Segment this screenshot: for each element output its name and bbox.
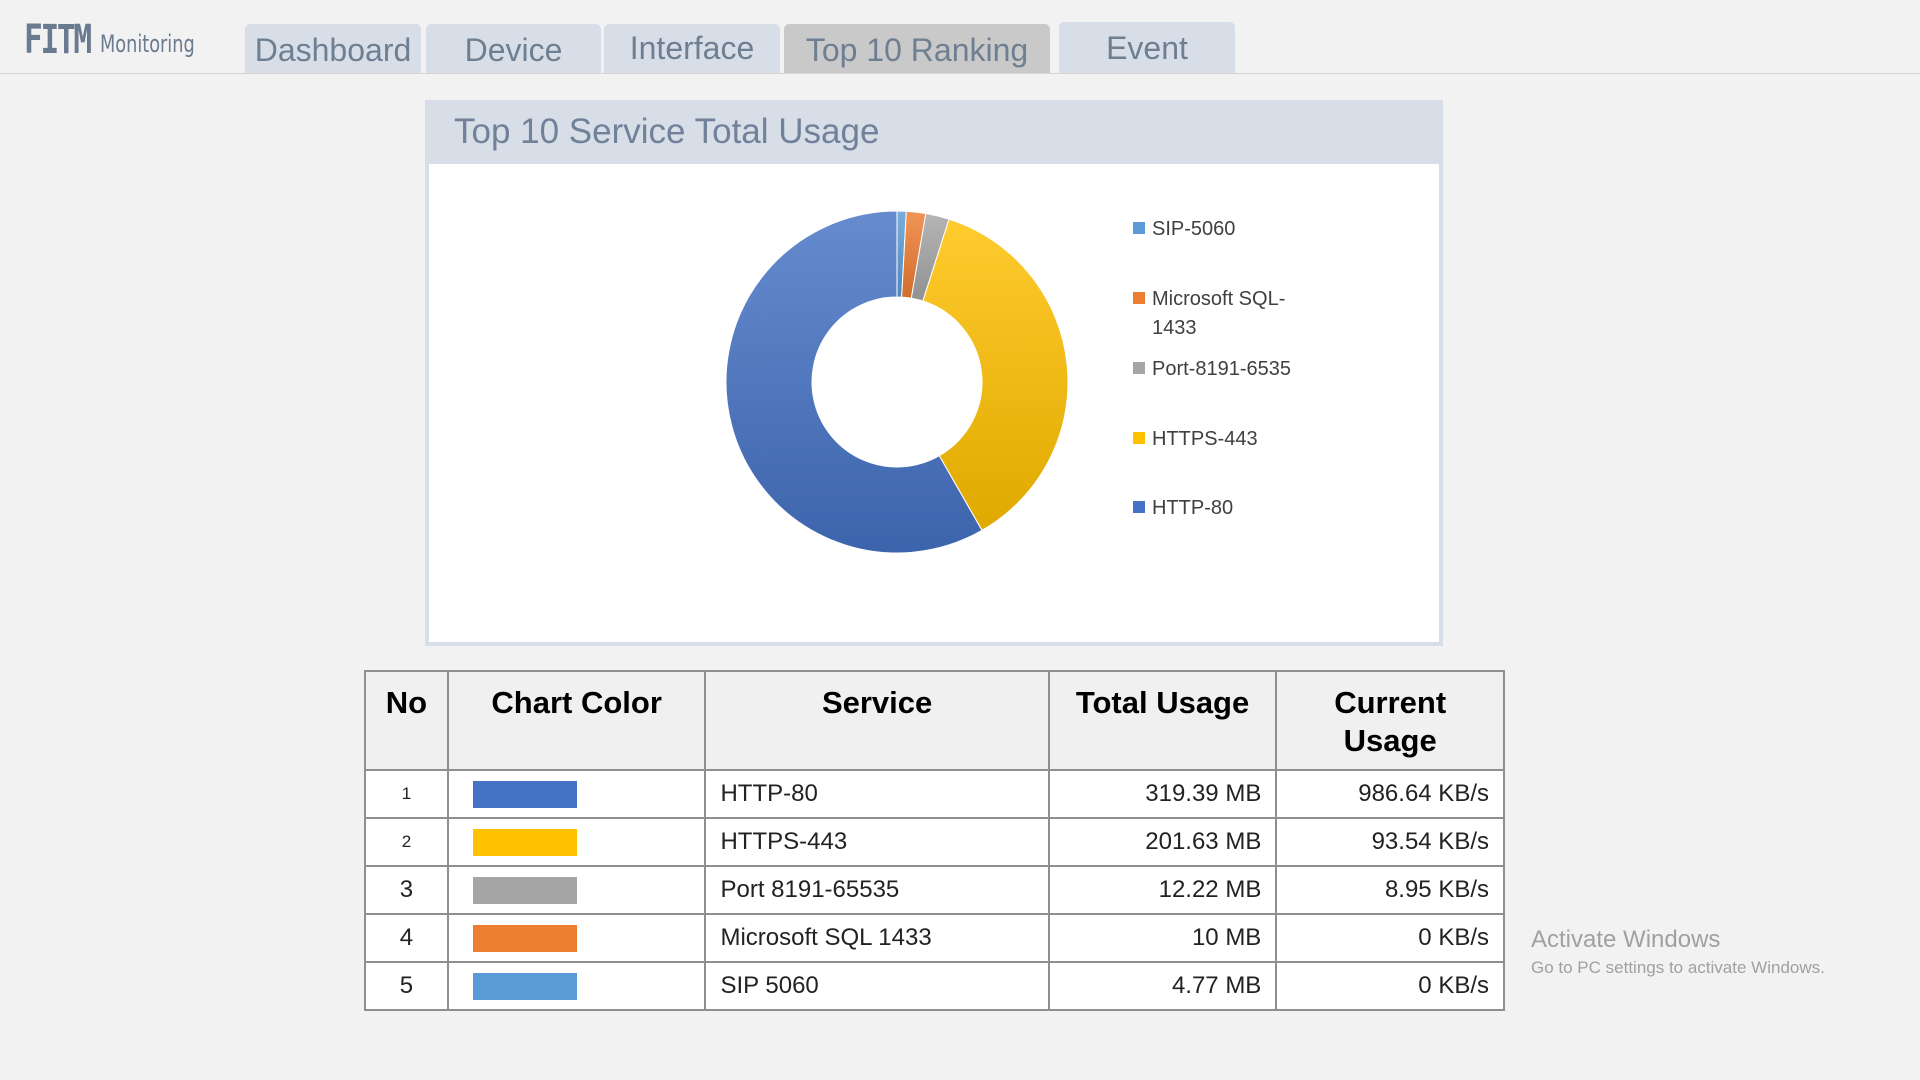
row-number: 1 [364,769,449,819]
logo-sub-text: Monitoring [100,30,195,58]
column-header-service[interactable]: Service [704,670,1050,771]
tab-device[interactable]: Device [426,24,601,73]
watermark-subtitle: Go to PC settings to activate Windows. [1531,958,1825,977]
row-total-usage: 319.39 MB [1047,769,1278,819]
chart-slices [725,210,1069,554]
monitoring-app: FITM Monitoring Dashboard Device Interfa… [0,0,1920,1080]
top-nav-bar: FITM Monitoring Dashboard Device Interfa… [0,0,1920,74]
watermark-title: Activate Windows [1531,926,1721,953]
row-chart-color [446,961,707,1011]
row-chart-color [446,913,707,963]
legend-marker-3 [1133,432,1145,444]
row-total-usage: 201.63 MB [1047,817,1278,867]
chart-body: SIP-5060 Microsoft SQL-1433 Port-8191-6535… [429,164,1439,642]
row-total-usage: 12.22 MB [1047,865,1278,915]
legend-label-2: Port-8191-6535 [1152,358,1291,380]
row-number: 4 [364,913,449,963]
legend-label-3: HTTPS-443 [1152,428,1258,450]
row-current-usage: 0 KB/s [1275,961,1505,1011]
row-total-usage: 4.77 MB [1047,961,1278,1011]
column-header-current-usage-line2: Usage [1343,723,1437,758]
column-header-current-usage[interactable]: Current Usage [1275,670,1505,771]
row-chart-color [446,817,707,867]
chart-legend: SIP-5060 Microsoft SQL-1433 Port-8191-6535… [1133,218,1291,519]
donut-chart: SIP-5060 Microsoft SQL-1433 Port-8191-6535… [725,210,1291,554]
chart-panel-title: Top 10 Service Total Usage [454,112,880,151]
table-row: 1 HTTP-80 319.39 MB 986.64 KB/s [364,769,1505,819]
column-header-no[interactable]: No [364,670,449,771]
row-number: 2 [364,817,449,867]
app-logo[interactable]: FITM Monitoring [24,14,215,62]
row-chart-color [446,769,707,819]
row-service: HTTP-80 [704,769,1050,819]
legend-marker-0 [1133,222,1145,234]
table-row: 5 SIP 5060 4.77 MB 0 KB/s [364,961,1505,1011]
tab-device-label: Device [464,32,563,68]
row-number: 3 [364,865,449,915]
column-header-current-usage-line1: Current [1334,685,1447,720]
chart-panel: Top 10 Service Total Usage SIP-5060 Micro… [425,100,1443,646]
service-usage-table: No Chart Color Service Total Usage Curre… [364,670,1505,1011]
legend-label-4: HTTP-80 [1152,497,1233,519]
tab-interface-label: Interface [629,30,755,66]
color-swatch [472,877,577,905]
color-swatch [472,925,577,953]
row-current-usage: 8.95 KB/s [1275,865,1505,915]
row-total-usage: 10 MB [1047,913,1278,963]
tab-interface[interactable]: Interface [604,24,780,73]
row-current-usage: 986.64 KB/s [1275,769,1505,819]
row-chart-color [446,865,707,915]
row-current-usage: 0 KB/s [1275,913,1505,963]
color-swatch [472,781,577,809]
row-service: HTTPS-443 [704,817,1050,867]
table-row: 2 HTTPS-443 201.63 MB 93.54 KB/s [364,817,1505,867]
table-header-row: No Chart Color Service Total Usage Curre… [364,670,1505,771]
tab-dashboard-label: Dashboard [254,32,412,68]
column-header-chart-color[interactable]: Chart Color [446,670,707,771]
color-swatch [472,829,577,857]
tab-top-10-ranking-label: Top 10 Ranking [805,32,1029,68]
legend-label-0: SIP-5060 [1152,218,1235,240]
column-header-total-usage[interactable]: Total Usage [1047,670,1278,771]
legend-marker-2 [1133,362,1145,374]
legend-marker-1 [1133,292,1145,304]
activate-windows-watermark: Activate Windows Go to PC settings to ac… [1531,924,1825,980]
row-current-usage: 93.54 KB/s [1275,817,1505,867]
tab-dashboard[interactable]: Dashboard [245,24,421,73]
row-number: 5 [364,961,449,1011]
row-service: SIP 5060 [704,961,1050,1011]
legend-marker-4 [1133,501,1145,513]
color-swatch [472,973,577,1001]
tab-event[interactable]: Event [1059,22,1235,73]
row-service: Microsoft SQL 1433 [704,913,1050,963]
table-row: 4 Microsoft SQL 1433 10 MB 0 KB/s [364,913,1505,963]
table-row: 3 Port 8191-65535 12.22 MB 8.95 KB/s [364,865,1505,915]
logo-main-text: FITM [24,17,92,63]
tab-event-label: Event [1106,30,1188,66]
tab-top-10-ranking[interactable]: Top 10 Ranking [784,24,1050,73]
legend-label-1: Microsoft SQL-1433 [1152,288,1285,339]
row-service: Port 8191-65535 [704,865,1050,915]
